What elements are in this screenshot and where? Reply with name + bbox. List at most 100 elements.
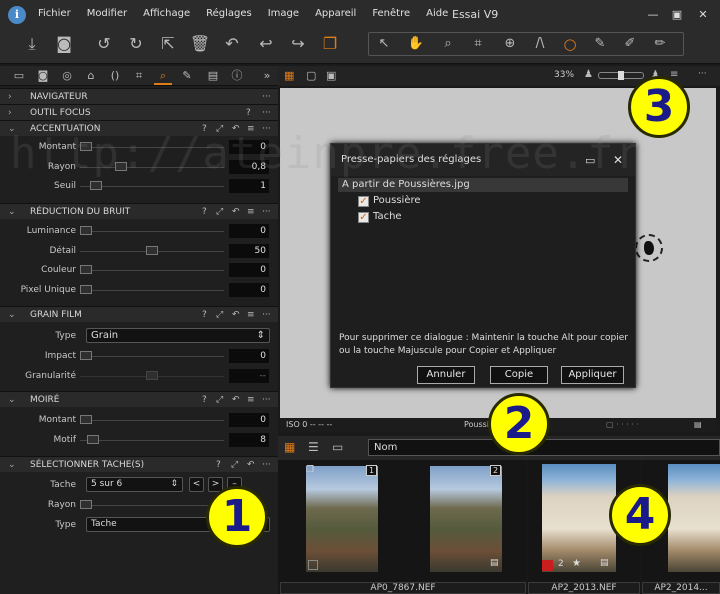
- color-tag[interactable]: [542, 560, 553, 571]
- slider-thumb[interactable]: [146, 371, 158, 380]
- slider-track[interactable]: [80, 290, 224, 291]
- list-view-icon[interactable]: ☰: [308, 440, 319, 454]
- tab-color-icon[interactable]: ◎: [58, 67, 76, 85]
- copy-button[interactable]: Copie: [490, 366, 548, 384]
- menu-icon[interactable]: ▤: [694, 418, 702, 432]
- slider-thumb[interactable]: [90, 181, 102, 190]
- cancel-button[interactable]: Annuler: [417, 366, 475, 384]
- help-icon[interactable]: ?: [246, 105, 251, 121]
- reset-icon[interactable]: ↶: [232, 392, 240, 408]
- copy-settings-icon[interactable]: ⇱: [156, 32, 180, 56]
- variants-icon[interactable]: ❐: [318, 32, 342, 56]
- checkbox-poussiere[interactable]: ✓ Poussière: [358, 195, 421, 207]
- menu-affichage[interactable]: Affichage: [135, 8, 198, 19]
- slider-track[interactable]: [80, 505, 224, 506]
- slider-track[interactable]: [80, 231, 224, 232]
- tab-library-icon[interactable]: ▭: [10, 67, 28, 85]
- more-icon[interactable]: ···: [262, 105, 271, 121]
- spot-removal-icon[interactable]: ○: [558, 32, 582, 56]
- tab-output-icon[interactable]: ▤: [204, 67, 222, 85]
- thumbnail[interactable]: ❐ 1: [278, 460, 402, 582]
- pan-hand-icon[interactable]: ✋: [404, 32, 428, 56]
- reset-icon[interactable]: ↶: [232, 307, 240, 323]
- grid-view-icon[interactable]: ▦: [284, 440, 295, 454]
- tab-local-icon[interactable]: ✎: [178, 67, 196, 85]
- value-field[interactable]: 0: [229, 349, 269, 363]
- slider-thumb[interactable]: [87, 435, 99, 444]
- value-field[interactable]: 50: [229, 244, 269, 258]
- help-icon[interactable]: ?: [202, 392, 207, 408]
- eraser-tool-icon[interactable]: ✎: [588, 32, 612, 56]
- maximize-icon[interactable]: ▣: [668, 6, 686, 24]
- menu-modifier[interactable]: Modifier: [79, 8, 135, 19]
- filmstrip-view-icon[interactable]: ▭: [332, 440, 343, 454]
- help-icon[interactable]: ?: [202, 204, 207, 220]
- zoom-slider-thumb[interactable]: [618, 71, 624, 80]
- checkbox-tache[interactable]: ✓ Tache: [358, 211, 402, 223]
- help-icon[interactable]: ?: [202, 307, 207, 323]
- expand-icon[interactable]: ⤢: [216, 392, 223, 408]
- section-outil-focus[interactable]: › OUTIL FOCUS ? ···: [0, 104, 278, 120]
- expand-icon[interactable]: ⤢: [216, 204, 223, 220]
- thumbnail[interactable]: 2 ▤: [402, 460, 526, 582]
- camera-icon[interactable]: ◙: [52, 32, 76, 56]
- value-field[interactable]: 0: [229, 224, 269, 238]
- help-icon[interactable]: ?: [216, 457, 221, 473]
- more-icon[interactable]: ···: [698, 69, 707, 79]
- menu-image[interactable]: Image: [260, 8, 307, 19]
- expand-icon[interactable]: ⤢: [216, 307, 223, 323]
- slider-thumb[interactable]: [80, 285, 92, 294]
- more-icon[interactable]: ···: [262, 307, 271, 323]
- slider-thumb[interactable]: [80, 415, 92, 424]
- value-field[interactable]: 0: [229, 283, 269, 297]
- copy-apply-icon[interactable]: ✏: [648, 32, 672, 56]
- single-view-icon[interactable]: ▢: [306, 69, 316, 82]
- more-icon[interactable]: ···: [262, 392, 271, 408]
- menu-fichier[interactable]: Fichier: [30, 8, 79, 19]
- menu-fenetre[interactable]: Fenêtre: [364, 8, 418, 19]
- menu-icon[interactable]: ≡: [247, 392, 255, 408]
- section-reduction-bruit[interactable]: ⌄ RÉDUCTION DU BRUIT ? ⤢ ↶ ≡ ···: [0, 203, 278, 219]
- section-grain-film[interactable]: ⌄ GRAIN FILM ? ⤢ ↶ ≡ ···: [0, 306, 278, 322]
- value-field[interactable]: 1: [229, 179, 269, 193]
- tab-info-icon[interactable]: ⓘ: [228, 67, 246, 85]
- slider-thumb[interactable]: [146, 246, 158, 255]
- value-field[interactable]: 0: [229, 263, 269, 277]
- keystone-tool-icon[interactable]: /\: [528, 32, 552, 56]
- slider-thumb[interactable]: [80, 265, 92, 274]
- undo-icon[interactable]: ↩: [254, 32, 278, 56]
- trash-icon[interactable]: 🗑: [188, 32, 212, 56]
- reset-icon[interactable]: ↶: [247, 457, 255, 473]
- tab-exposure-icon[interactable]: ⌂: [82, 67, 100, 85]
- prev-spot-button[interactable]: <: [189, 477, 204, 492]
- slider-track[interactable]: [80, 356, 224, 357]
- section-navigateur[interactable]: › NAVIGATEUR ···: [0, 88, 278, 104]
- redo-icon[interactable]: ↪: [286, 32, 310, 56]
- rating-placeholder[interactable]: ▢ · · · · ·: [606, 418, 639, 432]
- tab-capture-icon[interactable]: ◙: [34, 67, 52, 85]
- section-selectionner-tache[interactable]: ⌄ SÉLECTIONNER TACHE(S) ? ⤢ ↶ ···: [0, 456, 278, 472]
- menu-icon[interactable]: ≡: [247, 307, 255, 323]
- tab-details-icon[interactable]: ⌕: [154, 67, 172, 85]
- slider-track[interactable]: [80, 270, 224, 271]
- minimize-icon[interactable]: —: [644, 6, 662, 24]
- slider-thumb[interactable]: [80, 351, 92, 360]
- select-cursor-icon[interactable]: ↖: [372, 32, 396, 56]
- section-moire[interactable]: ⌄ MOIRÉ ? ⤢ ↶ ≡ ···: [0, 391, 278, 407]
- picker-tool-icon[interactable]: ✐: [618, 32, 642, 56]
- tab-more-icon[interactable]: »: [258, 67, 276, 85]
- reset-icon[interactable]: ↶: [220, 32, 244, 56]
- slider-thumb[interactable]: [80, 226, 92, 235]
- tab-crop-icon[interactable]: ⌗: [130, 67, 148, 85]
- reset-icon[interactable]: ↶: [232, 204, 240, 220]
- value-field[interactable]: --: [229, 369, 269, 383]
- more-icon[interactable]: ···: [262, 89, 271, 105]
- checkbox-icon[interactable]: ✓: [358, 196, 369, 207]
- close-icon[interactable]: ✕: [694, 6, 712, 24]
- compare-view-icon[interactable]: ▣: [326, 69, 336, 82]
- import-icon[interactable]: ⤓: [20, 32, 44, 56]
- grain-type-select[interactable]: Grain ⇕: [86, 328, 270, 343]
- apply-button[interactable]: Appliquer: [561, 366, 624, 384]
- value-field[interactable]: 0: [229, 413, 269, 427]
- menu-reglages[interactable]: Réglages: [198, 8, 260, 19]
